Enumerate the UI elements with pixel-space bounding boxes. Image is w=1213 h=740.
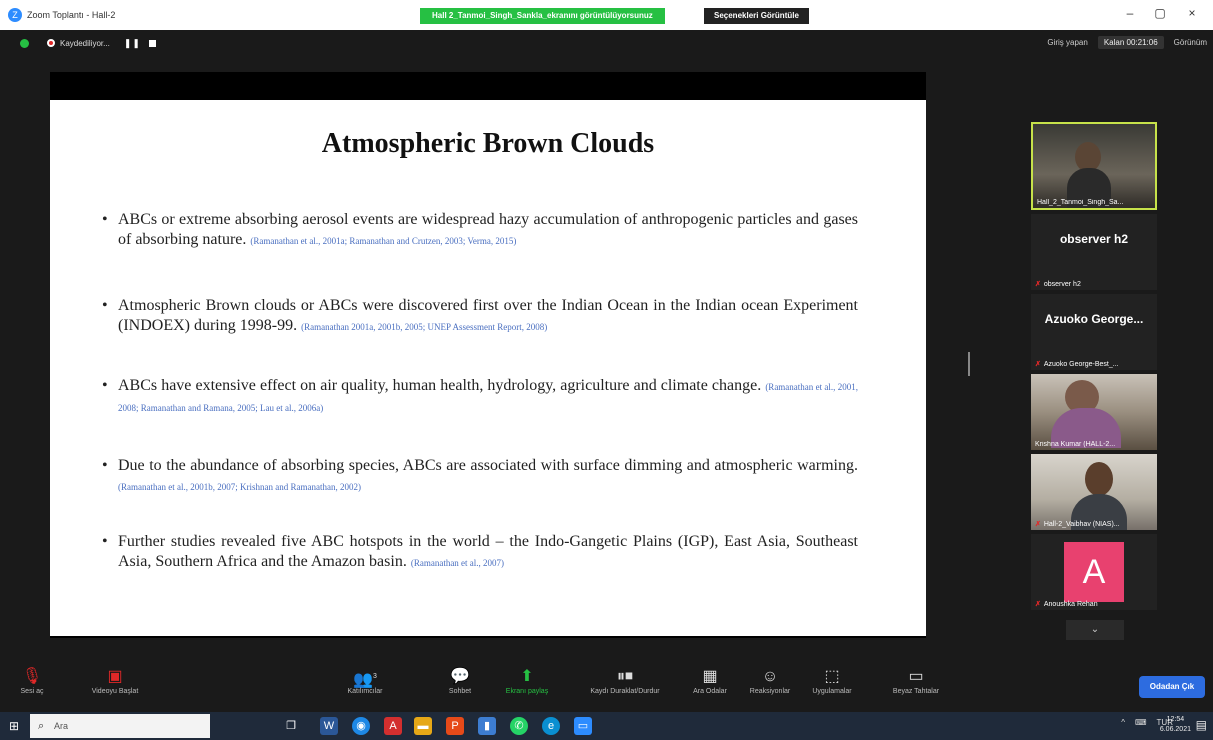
tray-chevron-icon[interactable]: ^ (1121, 718, 1125, 727)
microphone-muted-icon: 🎙 (21, 668, 43, 685)
chrome-icon[interactable]: ◉ (352, 717, 370, 735)
recording-indicator: Kaydediliyor... (47, 39, 110, 48)
speaker-view-label[interactable]: Giriş yapan (1047, 38, 1087, 47)
bullet-text: Due to the abundance of absorbing specie… (118, 457, 858, 474)
pause-stop-icon: ⏸⏹ (616, 668, 633, 685)
participant-avatar: A (1064, 542, 1124, 602)
mute-button[interactable]: 🎙 Sesi aç (2, 666, 62, 695)
keyboard-icon[interactable]: ⌨ (1135, 718, 1147, 727)
security-shield-icon[interactable] (20, 38, 29, 48)
video-off-icon: ▣ (107, 668, 123, 685)
edge-icon[interactable]: e (542, 717, 560, 735)
pause-recording-icon[interactable]: ❚❚ (124, 38, 141, 49)
whiteboard-icon: ▭ (908, 668, 924, 685)
slide-bullet: • Further studies revealed five ABC hots… (102, 533, 858, 570)
share-screen-icon: ⬆ (520, 668, 534, 685)
participant-name: Krishna Kumar (HALL-2... (1035, 441, 1116, 448)
participant-video-tile[interactable]: Hall_2_Tanmoi_Singh_Sa... (1031, 122, 1157, 210)
slide-bullet: • Atmospheric Brown clouds or ABCs were … (102, 297, 858, 334)
search-placeholder: Ara (54, 721, 69, 731)
participant-name: observer h2 (1043, 281, 1081, 288)
participant-video-tile[interactable]: Krishna Kumar (HALL-2... (1031, 374, 1157, 450)
meeting-top-bar: Kaydediliyor... ❚❚ (0, 30, 1213, 56)
taskbar-search[interactable]: ⌕ Ara (30, 714, 210, 738)
participant-name-tile[interactable]: Azuoko George... ✗ Azuoko George-Best_... (1031, 294, 1157, 370)
participant-avatar-tile[interactable]: A ✗ Anoushka Rehan (1031, 534, 1157, 610)
screen-share-banner: Hall 2_Tanmoi_Singh_Sankla_ekranını görü… (420, 8, 665, 24)
participant-display-name: Azuoko George... (1044, 312, 1144, 326)
participant-name: Hall-2_Vaibhav (NIAS)... (1043, 521, 1120, 528)
record-icon (47, 39, 55, 47)
window-title: Zoom Toplantı - Hall-2 (27, 10, 116, 20)
apps-icon: ⬚ (824, 668, 840, 685)
scroll-down-icon[interactable]: ⌄ (1066, 620, 1124, 640)
mic-muted-icon: ✗ (1035, 521, 1041, 528)
top-right-controls: Giriş yapan Kalan 00:21:06 Görünüm (1047, 36, 1207, 49)
participants-icon: 👥3 (353, 671, 377, 689)
notification-icon[interactable]: ▤ (1196, 718, 1207, 732)
minimize-button[interactable]: – (1120, 6, 1140, 20)
meeting-toolbar: 🎙 Sesi aç ▣ Videoyu Başlat 👥3 Katılımcıl… (0, 660, 1213, 712)
participant-display-name: observer h2 (1059, 232, 1129, 246)
bullet-citation: (Ramanathan 2001a, 2001b, 2005; UNEP Ass… (301, 322, 548, 332)
participant-name: Hall_2_Tanmoi_Singh_Sa... (1037, 199, 1124, 206)
zoom-app-icon: Z (8, 8, 22, 22)
participants-button[interactable]: 👥3 Katılımcılar (325, 666, 405, 695)
participant-name: Anoushka Rehan (1043, 601, 1098, 608)
task-view-icon[interactable]: ❐ (282, 717, 300, 735)
recording-label: Kaydediliyor... (60, 38, 110, 48)
acrobat-icon[interactable]: A (384, 717, 402, 735)
maximize-button[interactable]: ▢ (1150, 6, 1170, 20)
slide-bullet: • Due to the abundance of absorbing spec… (102, 457, 858, 492)
zoom-taskbar-icon[interactable]: ▭ (574, 717, 592, 735)
file-explorer-icon[interactable]: ▬ (414, 717, 432, 735)
participant-name-tile[interactable]: observer h2 ✗ observer h2 (1031, 214, 1157, 290)
word-icon[interactable]: W (320, 717, 338, 735)
view-options-button[interactable]: Seçenekleri Görüntüle (704, 8, 809, 24)
mic-muted-icon: ✗ (1035, 281, 1041, 288)
slide-bullet: • ABCs or extreme absorbing aerosol even… (102, 211, 858, 248)
powerpoint-icon[interactable]: P (446, 717, 464, 735)
pause-recording-button[interactable]: ⏸⏹ Kaydı Duraklat/Durdur (575, 666, 675, 695)
participant-name: Azuoko George-Best_... (1043, 361, 1119, 368)
windows-start-icon[interactable]: ⊞ (6, 718, 22, 734)
slide-title: Atmospheric Brown Clouds (321, 128, 655, 159)
apps-button[interactable]: ⬚ Uygulamalar (792, 666, 872, 695)
mic-muted-icon: ✗ (1035, 601, 1041, 608)
bullet-citation: (Ramanathan et al., 2007) (410, 558, 505, 568)
share-screen-button[interactable]: ⬆ Ekranı paylaş (487, 666, 567, 695)
mic-muted-icon: ✗ (1035, 361, 1041, 368)
bullet-citation: (Ramanathan et al., 2001b, 2007; Krishna… (118, 482, 361, 492)
bullet-text: ABCs have extensive effect on air qualit… (118, 377, 762, 394)
start-video-button[interactable]: ▣ Videoyu Başlat (75, 666, 155, 695)
slide-bullet: • ABCs have extensive effect on air qual… (102, 377, 858, 413)
taskbar-clock[interactable]: 12:54 6.06.2021 (1160, 715, 1191, 735)
whiteboard-button[interactable]: ▭ Beyaz Tahtalar (876, 666, 956, 695)
stop-recording-icon[interactable] (148, 39, 156, 47)
leave-meeting-button[interactable]: Odadan Çık (1139, 676, 1205, 698)
participant-video-tile[interactable]: ✗ Hall-2_Vaibhav (NIAS)... (1031, 454, 1157, 530)
bullet-citation: (Ramanathan et al., 2001a; Ramanathan an… (250, 236, 517, 246)
close-button[interactable]: × (1182, 6, 1202, 20)
panel-resize-handle[interactable] (968, 352, 970, 376)
search-icon: ⌕ (38, 720, 45, 732)
meeting-timer: Kalan 00:21:06 (1097, 36, 1164, 49)
gallery-view-button[interactable]: Görünüm (1174, 38, 1207, 47)
windows-taskbar: ⊞ ⌕ Ara ❐ W ◉ A ▬ P ▮ ✆ e ▭ ^ ⌨ TUR 12:5… (0, 712, 1213, 740)
whatsapp-icon[interactable]: ✆ (510, 717, 528, 735)
store-icon[interactable]: ▮ (478, 717, 496, 735)
presentation-slide: Atmospheric Brown Clouds • ABCs or extre… (50, 100, 926, 636)
